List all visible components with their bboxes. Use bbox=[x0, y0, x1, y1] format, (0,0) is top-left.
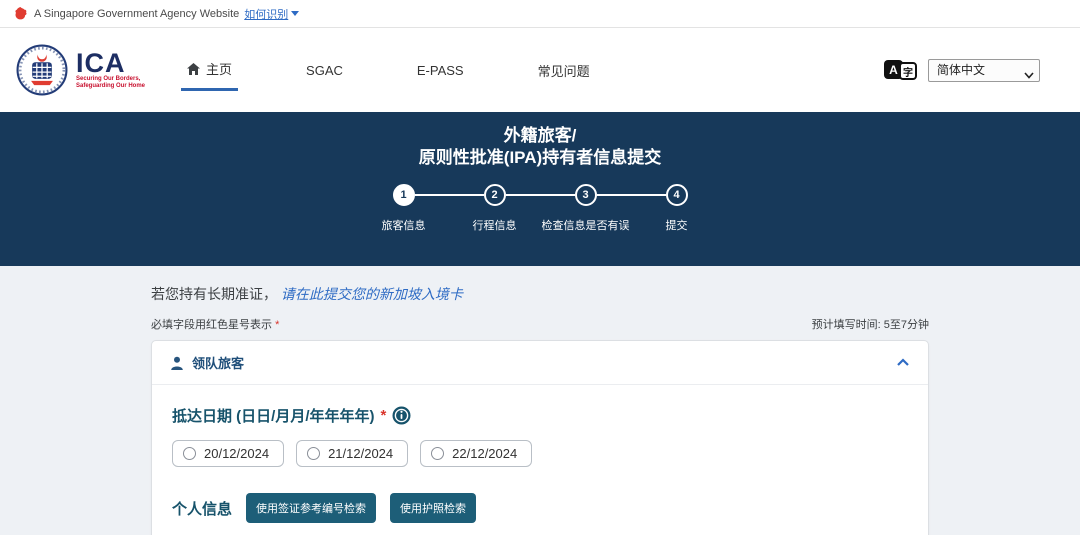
arrival-date-option-2[interactable]: 21/12/2024 bbox=[296, 440, 409, 467]
nav-item-sgac[interactable]: SGAC bbox=[300, 53, 349, 88]
personal-info-title: 个人信息 bbox=[172, 500, 233, 518]
step-3-review: 3 检查信息是否有误 bbox=[542, 184, 630, 232]
step-4-submit: 4 提交 bbox=[665, 184, 688, 232]
how-to-identify-link[interactable]: 如何识别 bbox=[244, 6, 300, 22]
estimated-time: 预计填写时间: 5至7分钟 bbox=[811, 319, 929, 331]
step-1-traveller-info: 1 旅客信息 bbox=[382, 184, 426, 232]
gov-bar: A Singapore Government Agency Website 如何… bbox=[0, 0, 1080, 28]
translate-icon: A 字 bbox=[884, 58, 920, 82]
gov-bar-text: A Singapore Government Agency Website bbox=[34, 7, 240, 20]
radio-icon bbox=[307, 447, 321, 460]
arrival-date-option-3[interactable]: 22/12/2024 bbox=[420, 440, 533, 467]
caret-down-icon bbox=[291, 11, 300, 16]
language-select[interactable]: 简体中文 bbox=[928, 58, 1040, 82]
main-nav: 主页 SGAC E-PASS 常见问题 bbox=[181, 49, 884, 91]
submit-arrival-card-link[interactable]: 请在此提交您的新加坡入境卡 bbox=[281, 286, 463, 302]
ica-emblem-icon bbox=[16, 44, 68, 96]
required-fields-note: 必填字段用红色星号表示 * bbox=[151, 319, 280, 331]
arrival-date-option-1[interactable]: 20/12/2024 bbox=[172, 440, 285, 467]
lion-crest-icon bbox=[14, 7, 27, 20]
ica-logo-text: ICA Securing Our Borders, Safeguarding O… bbox=[76, 50, 145, 90]
progress-stepper: 1 旅客信息 2 行程信息 3 检查信息是否有误 4 提交 bbox=[0, 184, 1080, 232]
lead-traveller-card: 领队旅客 抵达日期 (日日/月月/年年年年) * 20/12/2024 21/1… bbox=[151, 340, 929, 535]
page-banner: 外籍旅客/ 原则性批准(IPA)持有者信息提交 1 旅客信息 2 行程信息 3 … bbox=[0, 112, 1080, 266]
card-title: 领队旅客 bbox=[192, 356, 245, 371]
lead-traveller-card-header[interactable]: 领队旅客 bbox=[152, 341, 928, 385]
page-title: 外籍旅客/ 原则性批准(IPA)持有者信息提交 bbox=[418, 126, 662, 167]
nav-item-faq[interactable]: 常见问题 bbox=[532, 51, 596, 90]
chevron-up-icon[interactable] bbox=[896, 358, 910, 367]
step-connector bbox=[505, 194, 575, 196]
ica-tagline: Securing Our Borders, Safeguarding Our H… bbox=[76, 76, 146, 89]
retrieve-by-passport-button[interactable]: 使用护照检索 bbox=[390, 493, 477, 523]
language-switcher: A 字 简体中文 bbox=[884, 58, 1040, 82]
ica-wordmark: ICA bbox=[76, 48, 126, 78]
arrival-date-options: 20/12/2024 21/12/2024 22/12/2024 bbox=[172, 440, 908, 467]
step-connector bbox=[414, 194, 484, 196]
site-header: ICA Securing Our Borders, Safeguarding O… bbox=[0, 28, 1080, 112]
step-2-trip-info: 2 行程信息 bbox=[473, 184, 517, 232]
main-content: 若您持有长期准证， 请在此提交您的新加坡入境卡 必填字段用红色星号表示 * 预计… bbox=[0, 266, 1080, 535]
radio-icon bbox=[431, 447, 445, 460]
home-icon bbox=[187, 62, 201, 75]
radio-icon bbox=[183, 447, 196, 460]
info-icon[interactable] bbox=[392, 406, 411, 425]
required-asterisk: * bbox=[380, 407, 387, 424]
nav-item-epass[interactable]: E-PASS bbox=[411, 53, 470, 88]
retrieve-by-visa-button[interactable]: 使用签证参考编号检索 bbox=[246, 493, 377, 523]
person-icon bbox=[171, 356, 183, 370]
ica-logo[interactable]: ICA Securing Our Borders, Safeguarding O… bbox=[16, 44, 145, 96]
nav-item-home[interactable]: 主页 bbox=[181, 49, 239, 91]
step-connector bbox=[596, 194, 666, 196]
arrival-date-label: 抵达日期 (日日/月月/年年年年) * bbox=[172, 405, 908, 426]
required-asterisk: * bbox=[275, 319, 280, 331]
ltp-notice: 若您持有长期准证， 请在此提交您的新加坡入境卡 bbox=[151, 286, 463, 302]
